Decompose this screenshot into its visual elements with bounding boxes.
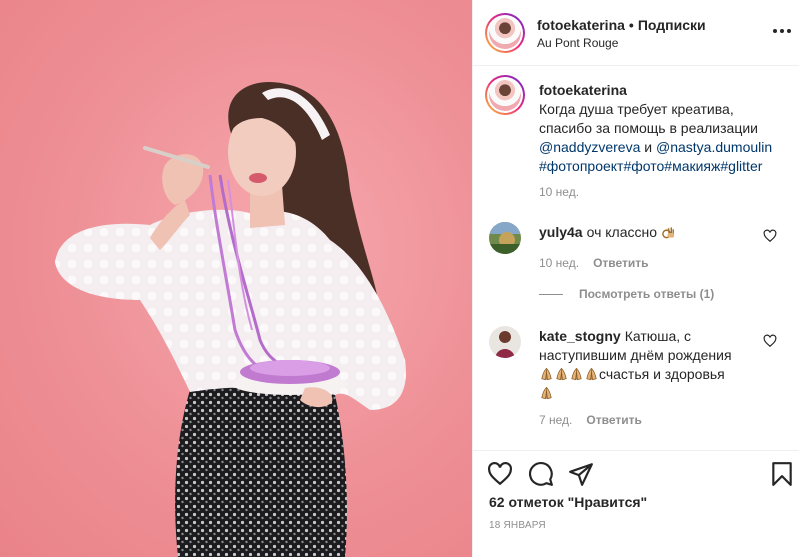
comment-like-heart-icon[interactable]	[763, 229, 777, 243]
comment-time[interactable]: 7 нед.	[539, 413, 572, 427]
post-actions: 62 отметок "Нравится" 18 ЯНВАРЯ	[473, 450, 799, 557]
praying-hands-icon	[586, 367, 597, 381]
comment-icon[interactable]	[528, 461, 554, 487]
comment-text: оч классно	[586, 224, 658, 240]
comments-section: fotoekaterina Когда душа требует креатив…	[473, 66, 799, 450]
reply-button[interactable]: Ответить	[586, 413, 641, 427]
caption-line-1: Когда душа требует креатива,	[539, 101, 734, 117]
caption-text: fotoekaterina Когда душа требует креатив…	[539, 81, 789, 176]
praying-hands-icon	[571, 367, 582, 381]
comment-text-line-3: счастья и здоровья	[599, 366, 725, 382]
ok-hand-emoji-icon	[662, 227, 675, 239]
comment-body: yuly4a оч классно	[539, 223, 759, 242]
hashtags-link[interactable]: #фотопроект#фото#макияж#glitter	[539, 158, 762, 174]
caption-and: и	[640, 139, 656, 155]
praying-hands-icon	[556, 367, 567, 381]
praying-hands-icon	[541, 386, 552, 400]
likes-count[interactable]: 62 отметок "Нравится"	[489, 494, 647, 510]
heart-icon[interactable]	[487, 461, 513, 487]
caption-time[interactable]: 10 нед.	[539, 185, 579, 199]
view-replies-label[interactable]: Посмотреть ответы (1)	[579, 287, 714, 301]
post-header: fotoekaterina • Подписки Au Pont Rouge	[473, 0, 799, 66]
author-avatar[interactable]	[485, 13, 525, 53]
caption-line-2: спасибо за помощь в реализации	[539, 120, 758, 136]
photo-illustration	[55, 82, 406, 557]
more-options-icon[interactable]	[773, 29, 791, 35]
reply-button[interactable]: Ответить	[593, 256, 648, 270]
follow-button[interactable]: Подписки	[638, 17, 706, 33]
share-icon[interactable]	[568, 461, 594, 487]
praying-hands-emoji-group	[539, 366, 599, 382]
comment-body: kate_stogny Катюша, с наступившим днём ро…	[539, 327, 759, 403]
comment-username[interactable]: yuly4a	[539, 224, 583, 240]
comment-avatar[interactable]	[489, 222, 521, 254]
replies-divider	[539, 294, 563, 296]
praying-hands-emoji-group	[539, 385, 554, 401]
author-username[interactable]: fotoekaterina	[537, 17, 625, 33]
post-photo[interactable]	[0, 0, 472, 557]
comment-time[interactable]: 10 нед.	[539, 256, 579, 270]
comment-like-heart-icon[interactable]	[763, 334, 777, 348]
comment-text-line-1: Катюша, с	[624, 328, 692, 344]
caption-username[interactable]: fotoekaterina	[539, 81, 789, 100]
post-date[interactable]: 18 ЯНВАРЯ	[489, 520, 546, 531]
post-side-panel: fotoekaterina • Подписки Au Pont Rouge fot…	[472, 0, 799, 557]
comment-meta: 10 нед. Ответить	[539, 256, 649, 270]
comment-avatar[interactable]	[489, 326, 521, 358]
mention-link[interactable]: @nastya.dumoulin	[656, 139, 772, 155]
caption-avatar[interactable]	[485, 75, 525, 115]
separator-dot: •	[628, 17, 634, 33]
comment-meta: 7 нед. Ответить	[539, 413, 642, 427]
comment-username[interactable]: kate_stogny	[539, 328, 621, 344]
bookmark-icon[interactable]	[769, 461, 795, 487]
comment-text-line-2: наступившим днём рождения	[539, 347, 732, 363]
author-line: fotoekaterina • Подписки	[537, 17, 706, 33]
view-replies-button[interactable]: Посмотреть ответы (1)	[539, 287, 714, 301]
praying-hands-icon	[541, 367, 552, 381]
post-location[interactable]: Au Pont Rouge	[537, 36, 618, 50]
mention-link[interactable]: @naddyzvereva	[539, 139, 640, 155]
